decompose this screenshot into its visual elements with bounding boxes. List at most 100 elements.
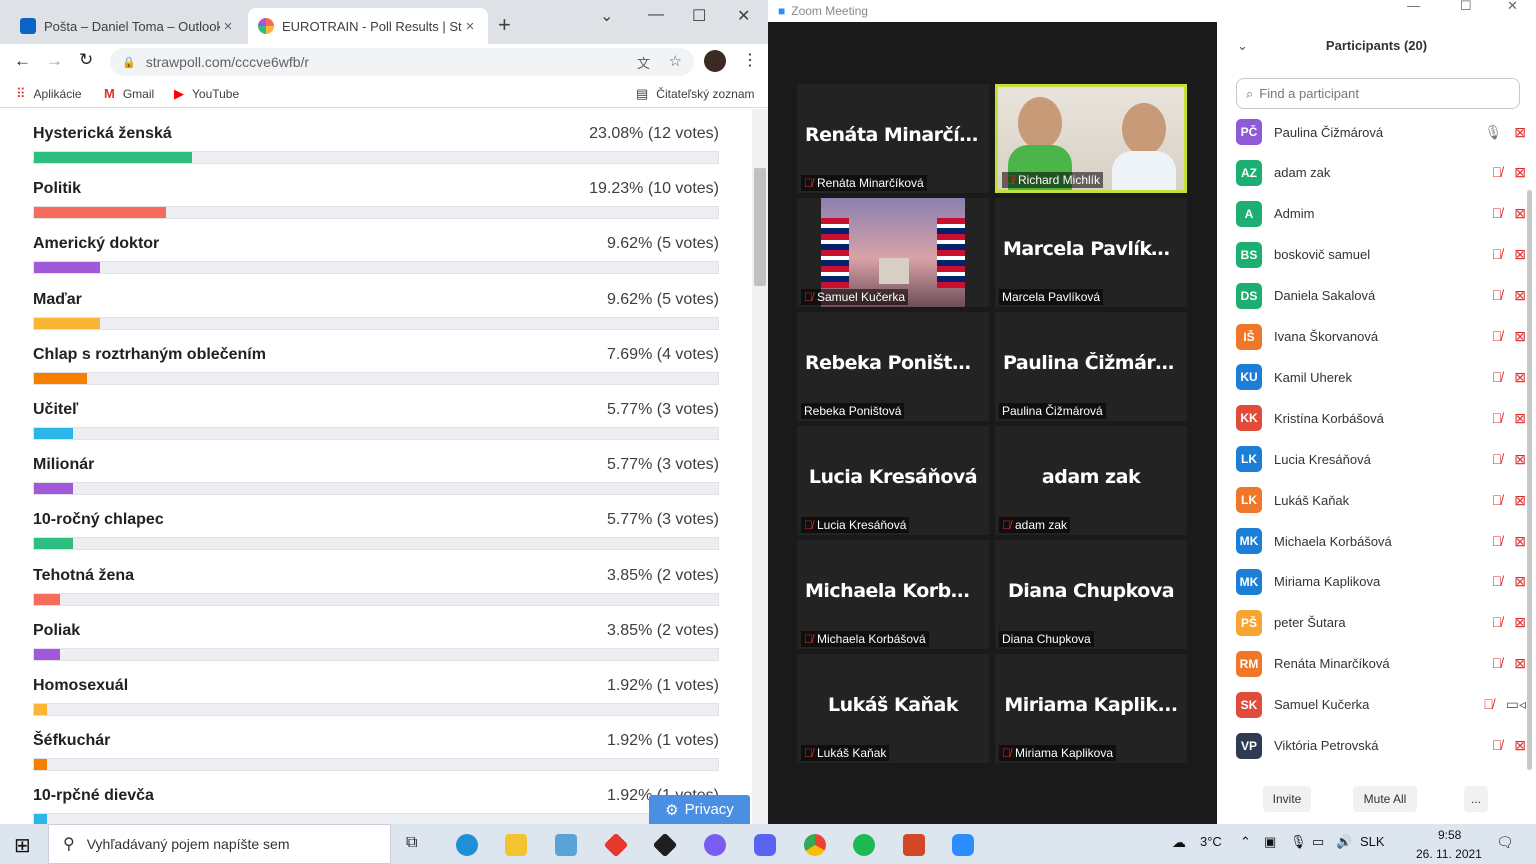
- minimize-icon[interactable]: —: [1407, 0, 1420, 13]
- participant-row[interactable]: LK Lucia Kresáňová 🎙̸ ⊠: [1236, 439, 1526, 479]
- mic-muted-icon[interactable]: 🎙̸: [1492, 573, 1503, 590]
- close-icon[interactable]: ×: [220, 18, 236, 35]
- bookmark-gmail[interactable]: M Gmail: [104, 86, 154, 101]
- participant-row[interactable]: KU Kamil Uherek 🎙̸ ⊠: [1236, 357, 1526, 397]
- mic-muted-icon[interactable]: 🎙̸: [1492, 451, 1503, 468]
- tab-poll[interactable]: EUROTRAIN - Poll Results | Straw ×: [248, 8, 488, 44]
- participant-row[interactable]: MK Miriama Kaplikova 🎙̸ ⊠: [1236, 562, 1526, 602]
- participant-row[interactable]: IŠ Ivana Škorvanová 🎙̸ ⊠: [1236, 317, 1526, 357]
- network-icon[interactable]: ▣: [1264, 834, 1276, 850]
- video-off-icon[interactable]: ⊠: [1514, 205, 1526, 222]
- reload-icon[interactable]: ↻: [79, 50, 93, 70]
- video-off-icon[interactable]: ⊠: [1514, 246, 1526, 263]
- video-off-icon[interactable]: ⊠: [1514, 614, 1526, 631]
- participant-row[interactable]: BS boskovič samuel 🎙̸ ⊠: [1236, 235, 1526, 275]
- participant-row[interactable]: AZ adam zak 🎙̸ ⊠: [1236, 153, 1526, 193]
- messenger-icon[interactable]: [704, 834, 726, 856]
- scrollbar-thumb[interactable]: [754, 168, 766, 286]
- app-icon[interactable]: [555, 834, 577, 856]
- video-off-icon[interactable]: ⊠: [1514, 492, 1526, 509]
- star-icon[interactable]: ☆: [669, 52, 682, 70]
- video-tile[interactable]: Lukáš Kaňak 🎙̸ Lukáš Kaňak: [797, 654, 989, 763]
- weather-icon[interactable]: ☁: [1172, 834, 1186, 851]
- edge-icon[interactable]: [456, 834, 478, 856]
- maximize-icon[interactable]: ☐: [1460, 0, 1472, 14]
- video-tile[interactable]: Renáta Minarčík... 🎙̸ Renáta Minarčíková: [797, 84, 989, 193]
- bookmark-youtube[interactable]: ▶ YouTube: [174, 86, 239, 102]
- mic-muted-icon[interactable]: 🎙̸: [1492, 655, 1503, 672]
- video-off-icon[interactable]: ⊠: [1514, 573, 1526, 590]
- powerpoint-icon[interactable]: [903, 834, 925, 856]
- microphone-icon[interactable]: 🎙: [1290, 834, 1307, 850]
- participant-row[interactable]: MK Michaela Korbášová 🎙̸ ⊠: [1236, 521, 1526, 561]
- mic-muted-icon[interactable]: 🎙̸: [1492, 205, 1503, 222]
- mic-muted-icon[interactable]: 🎙̸: [1492, 246, 1503, 263]
- mic-muted-icon[interactable]: 🎙̸: [1492, 614, 1503, 631]
- maximize-icon[interactable]: ☐: [692, 6, 706, 26]
- video-tile[interactable]: adam zak 🎙̸ adam zak: [995, 426, 1187, 535]
- zoom-icon[interactable]: [952, 834, 974, 856]
- clock-time[interactable]: 9:58: [1438, 828, 1461, 842]
- mute-all-button[interactable]: Mute All: [1353, 786, 1417, 812]
- video-tile[interactable]: Diana Chupkova Diana Chupkova: [995, 540, 1187, 649]
- new-tab-button[interactable]: +: [498, 14, 511, 36]
- participant-row[interactable]: PŠ peter Šutara 🎙̸ ⊠: [1236, 603, 1526, 643]
- close-icon[interactable]: ✕: [1507, 0, 1518, 14]
- avatar[interactable]: [704, 50, 726, 72]
- close-icon[interactable]: ×: [462, 18, 478, 35]
- translate-icon[interactable]: 文: [637, 53, 650, 72]
- video-off-icon[interactable]: ⊠: [1514, 737, 1526, 754]
- participant-row[interactable]: RM Renáta Minarčíková 🎙̸ ⊠: [1236, 644, 1526, 684]
- video-tile[interactable]: Lucia Kresáňová 🎙̸ Lucia Kresáňová: [797, 426, 989, 535]
- video-off-icon[interactable]: ⊠: [1514, 287, 1526, 304]
- video-off-icon[interactable]: ⊠: [1514, 164, 1526, 181]
- mic-muted-icon[interactable]: 🎙̸: [1492, 737, 1503, 754]
- privacy-button[interactable]: ⚙ Privacy: [649, 795, 750, 824]
- forward-icon[interactable]: →: [46, 51, 63, 71]
- mic-muted-icon[interactable]: 🎙̸: [1492, 287, 1503, 304]
- participant-row[interactable]: DS Daniela Sakalová 🎙̸ ⊠: [1236, 276, 1526, 316]
- participant-row[interactable]: A Admim 🎙̸ ⊠: [1236, 194, 1526, 234]
- invite-button[interactable]: Invite: [1263, 786, 1311, 812]
- file-explorer-icon[interactable]: [505, 834, 527, 856]
- minimize-icon[interactable]: —: [648, 6, 664, 24]
- video-off-icon[interactable]: ⊠: [1514, 410, 1526, 427]
- video-off-icon[interactable]: ⊠: [1514, 369, 1526, 386]
- video-tile[interactable]: Michaela Korbá... 🎙̸ Michaela Korbášová: [797, 540, 989, 649]
- participant-search-input[interactable]: ⌕ Find a participant: [1236, 78, 1520, 109]
- back-icon[interactable]: ←: [14, 51, 31, 71]
- task-view-icon[interactable]: ⧉: [406, 834, 417, 852]
- video-tile[interactable]: Miriama Kaplik... 🎙̸ Miriama Kaplikova: [995, 654, 1187, 763]
- clock-date[interactable]: 26. 11. 2021: [1416, 847, 1482, 861]
- windows-start-icon[interactable]: ⊞: [14, 833, 31, 858]
- mic-muted-icon[interactable]: 🎙̸: [1492, 492, 1503, 509]
- video-tile[interactable]: Marcela Pavlíková Marcela Pavlíková: [995, 198, 1187, 307]
- spotify-icon[interactable]: [853, 834, 875, 856]
- participant-row[interactable]: PČ Paulina Čižmárová 🎙 ⊠: [1236, 112, 1526, 152]
- git-icon[interactable]: [603, 832, 629, 858]
- video-off-icon[interactable]: ⊠: [1514, 533, 1526, 550]
- participant-row[interactable]: VP Viktória Petrovská 🎙̸ ⊠: [1236, 726, 1526, 766]
- chevron-up-icon[interactable]: ⌃: [1240, 834, 1251, 850]
- language-indicator[interactable]: SLK: [1360, 834, 1385, 849]
- video-tile[interactable]: Rebeka Poništová Rebeka Poništová: [797, 312, 989, 421]
- mic-muted-icon[interactable]: 🎙̸: [1492, 369, 1503, 386]
- mic-muted-icon[interactable]: 🎙̸: [1492, 410, 1503, 427]
- participant-row[interactable]: LK Lukáš Kaňak 🎙̸ ⊠: [1236, 480, 1526, 520]
- video-tile[interactable]: 🎙̸ Richard Michlík: [995, 84, 1187, 193]
- taskbar-search-input[interactable]: ⚲ Vyhľadávaný pojem napíšte sem: [48, 824, 391, 864]
- tab-search-icon[interactable]: ⌄: [600, 6, 613, 26]
- tab-outlook[interactable]: Pošta – Daniel Toma – Outlook ×: [10, 8, 246, 44]
- mic-muted-icon[interactable]: 🎙̸: [1492, 328, 1503, 345]
- chrome-icon[interactable]: [804, 834, 826, 856]
- notification-icon[interactable]: 🗨: [1496, 834, 1514, 851]
- participant-row[interactable]: KK Kristína Korbášová 🎙̸ ⊠: [1236, 398, 1526, 438]
- participant-row[interactable]: SK Samuel Kučerka 🎙̸ ▭◃: [1236, 685, 1526, 725]
- video-off-icon[interactable]: ⊠: [1514, 655, 1526, 672]
- mic-muted-icon[interactable]: 🎙̸: [1483, 696, 1494, 713]
- app-diamond-icon[interactable]: [652, 832, 678, 858]
- participant-scrollbar[interactable]: [1527, 190, 1532, 770]
- menu-icon[interactable]: ⋮: [742, 50, 758, 70]
- bookmark-apps[interactable]: ⠿ Aplikácie: [16, 86, 82, 102]
- video-off-icon[interactable]: ⊠: [1514, 124, 1526, 141]
